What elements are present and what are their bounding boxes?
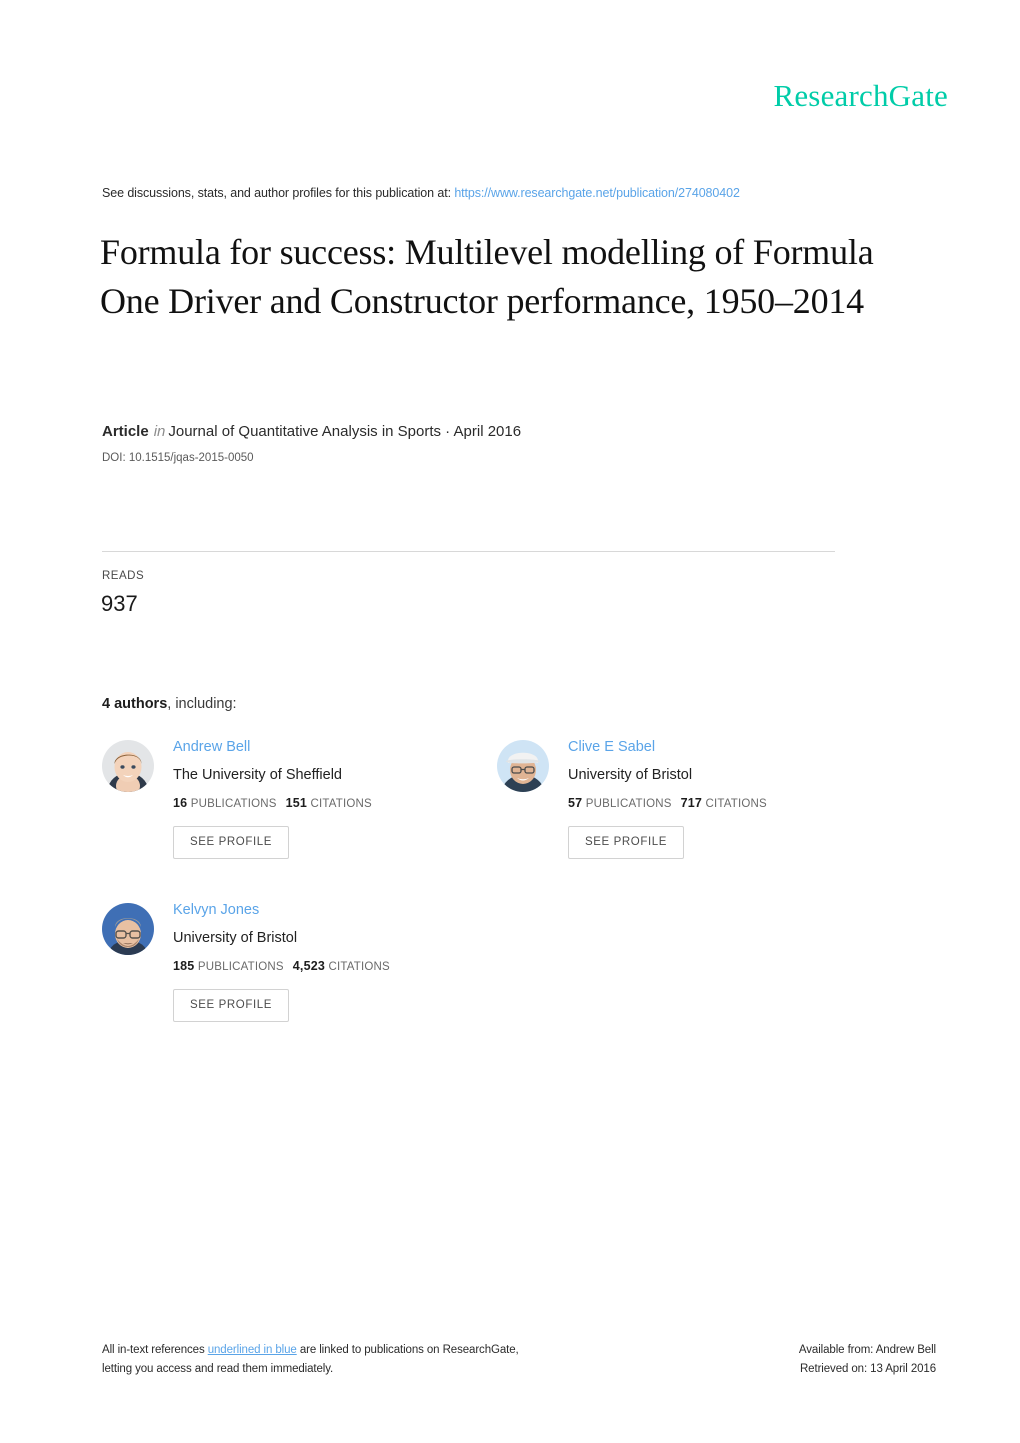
authors-count: 4 authors bbox=[102, 696, 168, 712]
publication-connector: in bbox=[153, 423, 166, 440]
author-affiliation: University of Bristol bbox=[568, 767, 693, 783]
reads-label: READS bbox=[102, 570, 145, 582]
publication-cover-page: ResearchGate See discussions, stats, and… bbox=[0, 0, 1020, 1443]
publications-count: 16 bbox=[173, 796, 188, 810]
publications-label: PUBLICATIONS bbox=[585, 798, 672, 810]
author-info: Clive E Sabel University of Bristol 57 P… bbox=[568, 738, 898, 859]
page-title: Formula for success: Multilevel modellin… bbox=[100, 232, 874, 321]
publication-doi: DOI: 10.1515/jqas-2015-0050 bbox=[102, 452, 254, 464]
author-name-link[interactable]: Kelvyn Jones bbox=[173, 901, 503, 919]
available-from: Available from: Andrew Bell bbox=[798, 1344, 936, 1356]
author-stats: 185 PUBLICATIONS 4,523 CITATIONS bbox=[173, 959, 503, 973]
reads-count: 937 bbox=[101, 591, 138, 616]
see-profile-button[interactable]: SEE PROFILE bbox=[173, 826, 290, 859]
citations-count: 4,523 bbox=[292, 959, 326, 973]
footer-availability: Available from: Andrew Bell Retrieved on… bbox=[799, 1341, 936, 1379]
citations-count: 151 bbox=[285, 796, 308, 810]
publications-count: 185 bbox=[173, 959, 195, 973]
researchgate-logo[interactable]: ResearchGate bbox=[773, 78, 948, 114]
avatar[interactable] bbox=[102, 903, 154, 955]
citations-count: 717 bbox=[680, 796, 703, 810]
author-info: Kelvyn Jones University of Bristol 185 P… bbox=[173, 901, 503, 1022]
author-stats: 16 PUBLICATIONS 151 CITATIONS bbox=[173, 796, 503, 810]
publication-url-link[interactable]: https://www.researchgate.net/publication… bbox=[454, 186, 740, 200]
avatar[interactable] bbox=[102, 740, 154, 792]
author-name-link[interactable]: Clive E Sabel bbox=[568, 738, 898, 756]
author-name-link[interactable]: Andrew Bell bbox=[173, 738, 503, 756]
publications-label: PUBLICATIONS bbox=[190, 798, 277, 810]
author-stats: 57 PUBLICATIONS 717 CITATIONS bbox=[568, 796, 898, 810]
discussions-line: See discussions, stats, and author profi… bbox=[102, 186, 740, 200]
citations-label: CITATIONS bbox=[328, 961, 390, 973]
publication-journal: Journal of Quantitative Analysis in Spor… bbox=[168, 423, 522, 440]
citations-label: CITATIONS bbox=[310, 798, 372, 810]
retrieved-on: Retrieved on: 13 April 2016 bbox=[799, 1363, 936, 1375]
footer-text-after-link: are linked to publications on ResearchGa… bbox=[296, 1344, 519, 1356]
publications-count: 57 bbox=[568, 796, 583, 810]
publications-label: PUBLICATIONS bbox=[197, 961, 284, 973]
citations-label: CITATIONS bbox=[705, 798, 767, 810]
see-profile-button[interactable]: SEE PROFILE bbox=[173, 989, 290, 1022]
see-profile-button[interactable]: SEE PROFILE bbox=[568, 826, 685, 859]
underlined-in-blue-link[interactable]: underlined in blue bbox=[208, 1344, 297, 1356]
author-card: Andrew Bell The University of Sheffield … bbox=[102, 738, 502, 888]
footer-note-line2: letting you access and read them immedia… bbox=[102, 1363, 334, 1375]
publication-meta: Article in Journal of Quantitative Analysi… bbox=[102, 423, 521, 440]
footer-text-before-link: All in-text references bbox=[102, 1344, 208, 1356]
publication-type: Article bbox=[102, 423, 149, 440]
author-affiliation: University of Bristol bbox=[173, 930, 298, 946]
author-info: Andrew Bell The University of Sheffield … bbox=[173, 738, 503, 859]
author-affiliation: The University of Sheffield bbox=[173, 767, 342, 783]
author-card: Clive E Sabel University of Bristol 57 P… bbox=[497, 738, 897, 888]
discussions-prefix: See discussions, stats, and author profi… bbox=[102, 186, 451, 200]
authors-including-label: , including: bbox=[167, 696, 237, 712]
authors-heading: 4 authors, including: bbox=[102, 696, 237, 712]
section-divider bbox=[102, 551, 835, 552]
footer-note: All in-text references underlined in blu… bbox=[102, 1341, 519, 1379]
author-card: Kelvyn Jones University of Bristol 185 P… bbox=[102, 901, 502, 1051]
avatar[interactable] bbox=[497, 740, 549, 792]
